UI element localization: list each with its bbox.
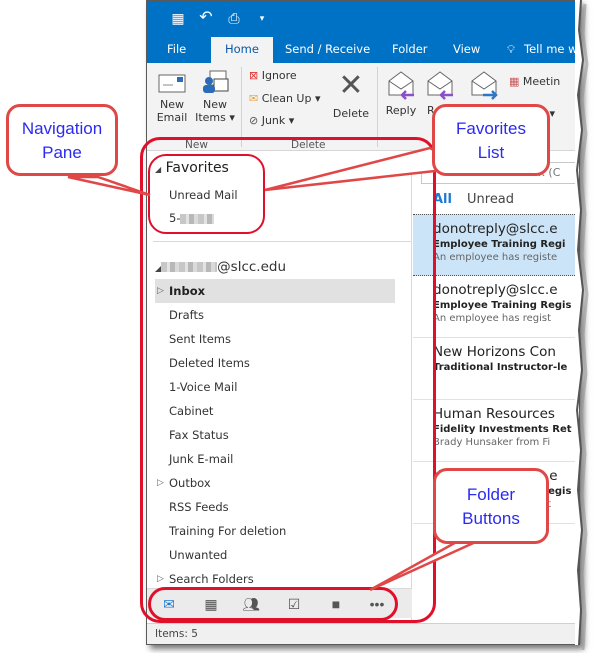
message-from: donotreply@slcc.e xyxy=(433,282,558,298)
message-subject: Fidelity Investments Ret xyxy=(433,424,572,435)
screenshot: ▦ ↶ ⎙ ▾ File Home Send / Receive Folder … xyxy=(0,0,593,653)
tab-send-receive[interactable]: Send / Receive xyxy=(285,37,370,63)
tab-home[interactable]: Home xyxy=(211,37,273,63)
delete-x-icon: ✕ xyxy=(338,68,364,103)
message-subject: Employee Training Regi xyxy=(433,239,566,250)
message-preview: Brady Hunsaker from Fi xyxy=(433,437,551,448)
status-bar: Items: 5 xyxy=(147,623,579,644)
new-items-icon xyxy=(203,70,229,93)
group-separator xyxy=(377,67,378,147)
tab-view[interactable]: View xyxy=(453,37,480,63)
delete-button[interactable]: ✕ Delete xyxy=(331,68,371,121)
filter-unread[interactable]: Unread xyxy=(467,192,514,207)
message-subject: Traditional Instructor-le xyxy=(433,362,568,373)
message-row[interactable]: New Horizons Con Traditional Instructor-l… xyxy=(413,338,579,400)
print-icon[interactable]: ⎙ xyxy=(225,9,243,27)
ignore-button[interactable]: ⊠ Ignore xyxy=(249,69,297,82)
message-from: Human Resources xyxy=(433,406,555,422)
torn-edge-decoration xyxy=(575,0,589,651)
ignore-icon: ⊠ xyxy=(249,69,259,82)
meeting-icon: ▦ xyxy=(509,75,520,88)
reply-all-icon xyxy=(427,71,453,100)
forward-icon xyxy=(471,71,498,100)
customize-qat-icon[interactable]: ▾ xyxy=(253,9,271,27)
clean-up-icon: ✉ xyxy=(249,92,259,105)
favorites-list-highlight xyxy=(148,154,265,234)
lightbulb-icon: 💡︎ xyxy=(507,42,516,56)
tell-me-search[interactable]: Tell me w xyxy=(524,37,578,63)
title-bar: ▦ ↶ ⎙ ▾ xyxy=(147,1,579,37)
message-row[interactable]: donotreply@slcc.e Employee Training Regis… xyxy=(413,276,579,338)
clean-up-button[interactable]: ✉ Clean Up ▾ xyxy=(249,92,320,105)
tab-folder[interactable]: Folder xyxy=(392,37,428,63)
message-from: donotreply@slcc.e xyxy=(433,221,558,237)
tab-file[interactable]: File xyxy=(167,37,186,63)
group-separator xyxy=(241,67,242,147)
junk-icon: ⊘ xyxy=(249,114,259,127)
meeting-button[interactable]: ▦ Meetin xyxy=(509,75,560,88)
message-subject: Employee Training Regis xyxy=(433,300,572,311)
folder-buttons-callout: Folder Buttons xyxy=(433,468,549,544)
ribbon-tabs: File Home Send / Receive Folder View 💡︎ … xyxy=(147,37,579,63)
send-receive-icon[interactable]: ▦ xyxy=(169,9,187,27)
message-row[interactable]: donotreply@slcc.e Employee Training Regi A… xyxy=(413,214,579,276)
favorites-list-callout: Favorites List xyxy=(432,104,550,176)
undo-icon[interactable]: ↶ xyxy=(197,9,215,27)
message-preview: An employee has registe xyxy=(433,252,558,263)
envelope-icon xyxy=(158,74,186,93)
message-list: ox (C All Unread donotreply@slcc.e Employ… xyxy=(413,152,579,622)
reply-icon xyxy=(388,71,414,100)
message-from: New Horizons Con xyxy=(433,344,556,360)
new-items-button[interactable]: New Items ▾ xyxy=(195,69,235,124)
folder-buttons-highlight xyxy=(148,587,398,621)
new-email-button[interactable]: New Email xyxy=(155,71,189,124)
navigation-pane-callout: Navigation Pane xyxy=(6,104,118,176)
forward-button[interactable] xyxy=(467,69,501,104)
junk-button[interactable]: ⊘ Junk ▾ xyxy=(249,114,294,127)
message-row[interactable]: Human Resources Fidelity Investments Ret B… xyxy=(413,400,579,462)
message-preview: An employee has regist xyxy=(433,313,552,324)
reply-button[interactable]: Reply xyxy=(383,69,419,117)
